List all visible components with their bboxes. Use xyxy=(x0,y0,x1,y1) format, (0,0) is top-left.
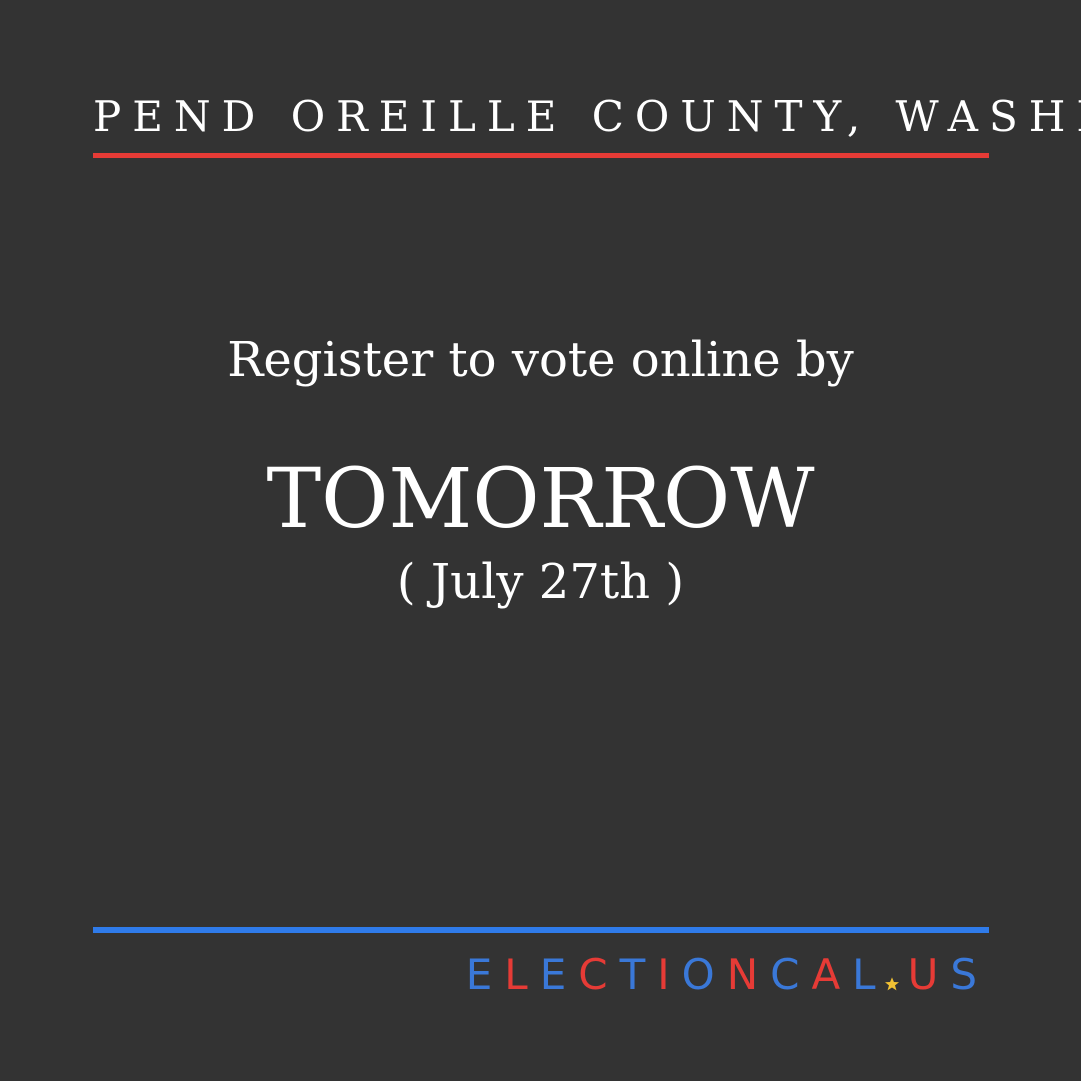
brand-logo: ELECTIONCAL US xyxy=(466,950,989,1000)
bottom-divider xyxy=(93,927,989,933)
star-icon xyxy=(884,977,899,991)
brand-letter: L xyxy=(852,950,888,999)
brand-letter: L xyxy=(504,950,540,999)
deadline-date: ( July 27th ) xyxy=(396,554,685,610)
announcement-card: PEND OREILLE COUNTY, WASHINGTON Register… xyxy=(0,0,1081,1081)
brand-letter: C xyxy=(770,950,812,999)
brand-letter: A xyxy=(811,950,853,999)
brand-letter: I xyxy=(657,950,682,999)
brand-letter: E xyxy=(465,950,505,999)
county-title: PEND OREILLE COUNTY, WASHINGTON xyxy=(93,92,1081,141)
brand-letter: U xyxy=(907,950,951,999)
brand-letter: O xyxy=(681,950,727,999)
brand-letter: N xyxy=(726,950,771,999)
brand-letter: S xyxy=(950,950,989,999)
top-divider xyxy=(93,153,989,158)
brand-letter: E xyxy=(539,950,579,999)
brand-name-tld: US xyxy=(908,950,989,1000)
brand-name-main: ELECTIONCAL xyxy=(466,950,888,1000)
register-intro: Register to vote online by xyxy=(227,332,854,388)
brand-letter: T xyxy=(619,950,658,999)
brand-letter: C xyxy=(578,950,620,999)
deadline-text: TOMORROW xyxy=(266,452,815,547)
